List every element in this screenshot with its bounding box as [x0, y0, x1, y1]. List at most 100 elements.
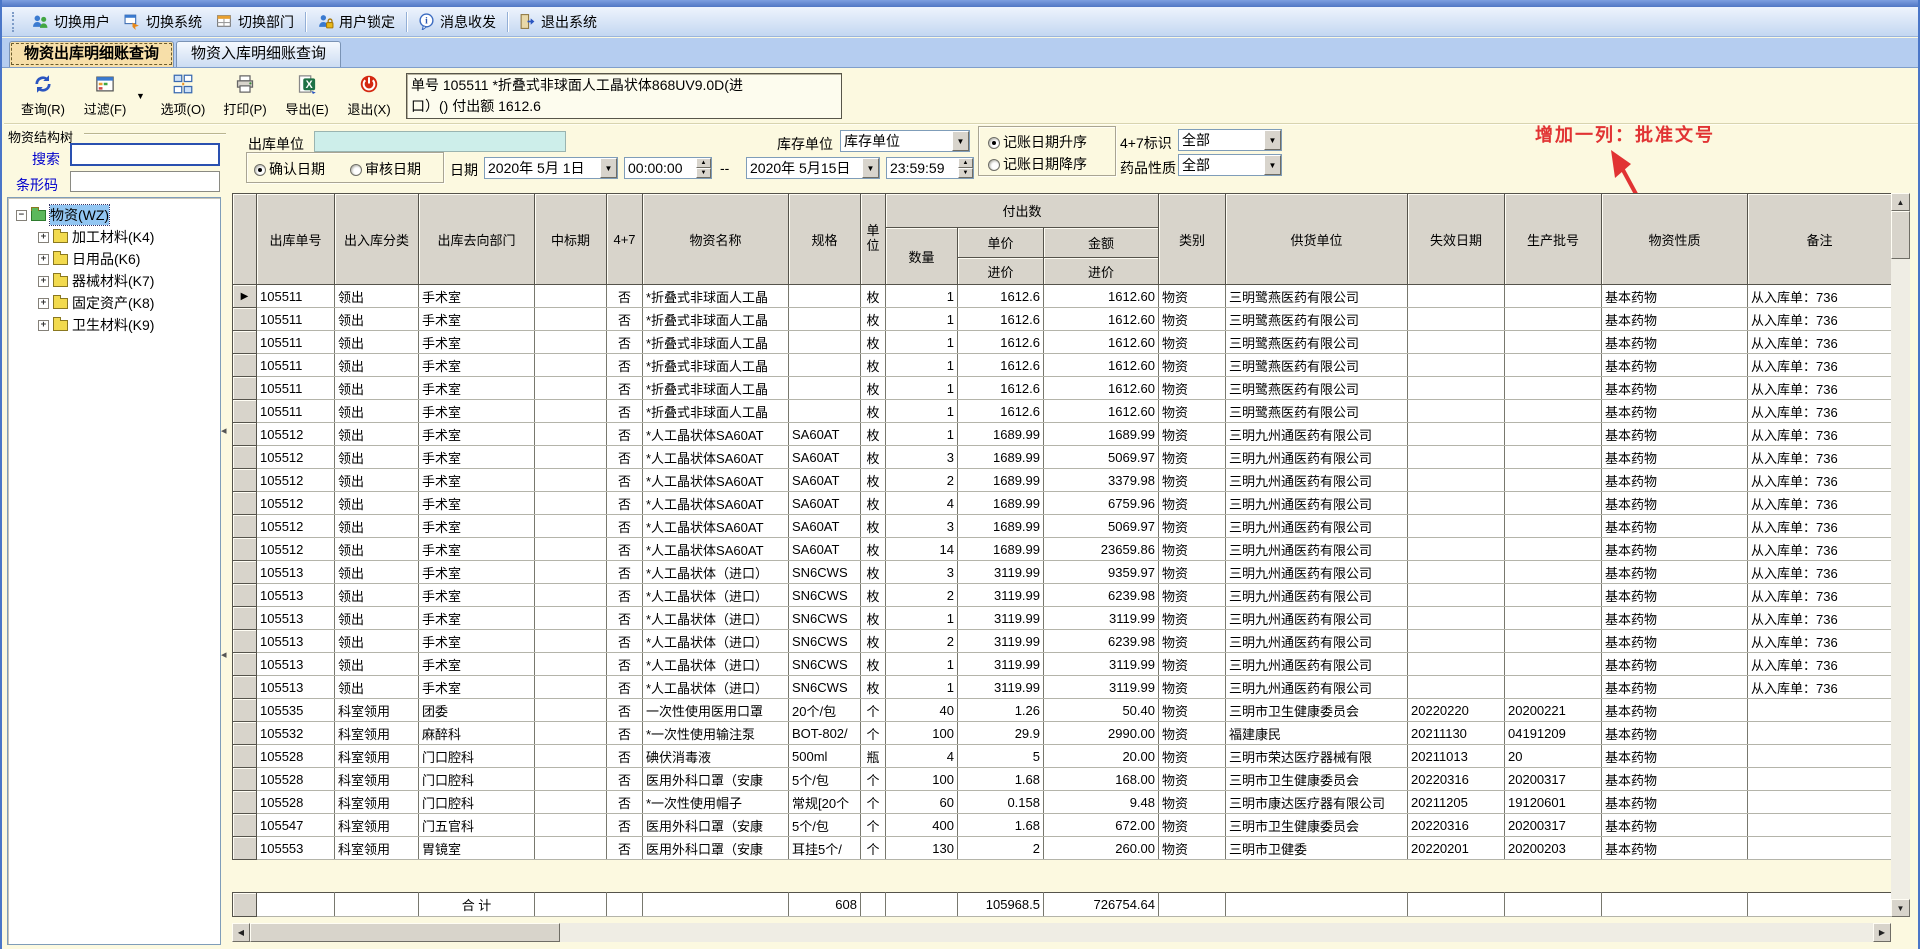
table-row[interactable]: 105511 领出 手术室 否 *折叠式非球面人工晶 枚 1 1612.6 1612.60 物资三… — [232, 353, 1892, 377]
cell[interactable]: 从入库单：736 — [1747, 353, 1892, 377]
table-row[interactable]: 105513 领出 手术室 否 *人工晶状体（进口） SN6CWS 枚 2 3119.99 623… — [232, 583, 1892, 607]
cell[interactable]: 3119.99 — [957, 583, 1044, 607]
cell[interactable]: 否 — [606, 399, 643, 423]
cell[interactable]: SN6CWS — [788, 606, 861, 630]
cell[interactable]: 三明九州通医药有限公司 — [1225, 537, 1408, 561]
cell[interactable]: 手术室 — [418, 675, 535, 699]
cell[interactable]: 物资 — [1158, 399, 1226, 423]
toolbar-button-switch-system[interactable]: 切换系统 — [117, 9, 209, 35]
cell[interactable]: 2 — [885, 583, 958, 607]
cell[interactable] — [1504, 353, 1602, 377]
cell[interactable]: 个 — [860, 721, 886, 745]
cell[interactable]: 手术室 — [418, 468, 535, 492]
cell[interactable]: 三明九州通医药有限公司 — [1225, 652, 1408, 676]
cell[interactable]: 否 — [606, 767, 643, 791]
row-selector[interactable] — [232, 422, 257, 446]
cell[interactable]: *折叠式非球面人工晶 — [642, 330, 789, 354]
cell[interactable]: 手术室 — [418, 537, 535, 561]
cell[interactable] — [534, 537, 607, 561]
cell[interactable]: 手术室 — [418, 583, 535, 607]
chevron-down-icon[interactable]: ▼ — [862, 158, 879, 178]
cell[interactable]: 105532 — [256, 721, 335, 745]
table-row[interactable]: 105513 领出 手术室 否 *人工晶状体（进口） SN6CWS 枚 2 3119.99 623… — [232, 629, 1892, 653]
cell[interactable]: 5个/包 — [788, 813, 861, 837]
col-header-bid[interactable]: 中标期 — [534, 193, 607, 285]
cell[interactable] — [1407, 468, 1505, 492]
cell[interactable]: 从入库单：736 — [1747, 514, 1892, 538]
cell[interactable]: 1612.6 — [957, 284, 1044, 308]
cell[interactable]: 物资 — [1158, 537, 1226, 561]
cell[interactable]: 105511 — [256, 353, 335, 377]
cell[interactable]: 枚 — [860, 675, 886, 699]
cell[interactable] — [1504, 606, 1602, 630]
cell[interactable]: 否 — [606, 491, 643, 515]
cell[interactable]: 1689.99 — [957, 422, 1044, 446]
cell[interactable] — [1504, 491, 1602, 515]
cell[interactable] — [1407, 307, 1505, 331]
cell[interactable]: SA60AT — [788, 537, 861, 561]
table-row[interactable]: 105512 领出 手术室否 *人工晶状体SA60AT SA60AT 枚 1 1689.99 1… — [232, 422, 1892, 446]
table-row[interactable]: 105513 领出 手术室 否 *人工晶状体（进口） SN6CWS 枚 3 3119.99 935… — [232, 560, 1892, 584]
cell[interactable]: 基本药物 — [1601, 698, 1748, 722]
row-selector[interactable] — [232, 813, 257, 837]
cell[interactable]: 105511 — [256, 399, 335, 423]
cell[interactable]: 否 — [606, 330, 643, 354]
cell[interactable] — [534, 514, 607, 538]
row-selector[interactable] — [232, 767, 257, 791]
cell[interactable]: 科室领用 — [334, 721, 419, 745]
cell[interactable]: *人工晶状体（进口） — [642, 583, 789, 607]
cell[interactable]: 0.158 — [957, 790, 1044, 814]
cell[interactable]: 1612.6 — [957, 376, 1044, 400]
cell[interactable]: 105512 — [256, 514, 335, 538]
cell[interactable]: 物资 — [1158, 514, 1226, 538]
cell[interactable]: 手术室 — [418, 353, 535, 377]
cell[interactable]: 枚 — [860, 606, 886, 630]
cell[interactable]: 130 — [885, 836, 958, 860]
cell[interactable]: 枚 — [860, 376, 886, 400]
cell[interactable]: 3119.99 — [1043, 675, 1159, 699]
audit-date-radio[interactable]: 审核日期 — [350, 159, 421, 179]
cell[interactable]: 枚 — [860, 445, 886, 469]
chevron-down-icon[interactable]: ▼ — [600, 158, 617, 178]
cell[interactable] — [534, 836, 607, 860]
cell[interactable] — [534, 698, 607, 722]
table-row[interactable]: 105532 科室领用 麻醉科否 *一次性使用输注泵 BOT-802/个 100 29.9 2… — [232, 721, 1892, 745]
col-header-qty[interactable]: 数量 — [885, 227, 958, 285]
sort-asc-radio[interactable]: 记账日期升序 — [988, 132, 1087, 152]
cell[interactable]: 否 — [606, 583, 643, 607]
cell[interactable]: 否 — [606, 606, 643, 630]
chevron-down-icon[interactable]: ▼ — [952, 131, 969, 151]
cell[interactable]: 领出 — [334, 376, 419, 400]
cell[interactable]: 1 — [885, 399, 958, 423]
cell[interactable] — [788, 284, 861, 308]
cell[interactable]: 否 — [606, 652, 643, 676]
cell[interactable]: *人工晶状体SA60AT — [642, 537, 789, 561]
cell[interactable]: 从入库单：736 — [1747, 491, 1892, 515]
spin-down-icon[interactable]: ▼ — [958, 168, 973, 178]
cell[interactable]: 105512 — [256, 491, 335, 515]
cell[interactable]: 5 — [957, 744, 1044, 768]
cell[interactable] — [1504, 330, 1602, 354]
tree-node[interactable]: + 日用品(K6) — [8, 248, 220, 270]
cell[interactable] — [534, 721, 607, 745]
cell[interactable]: 否 — [606, 744, 643, 768]
cell[interactable]: 三明鹭燕医药有限公司 — [1225, 376, 1408, 400]
cell[interactable]: 枚 — [860, 560, 886, 584]
cell[interactable]: 物资 — [1158, 813, 1226, 837]
cell[interactable]: 手术室 — [418, 491, 535, 515]
cell[interactable]: 20220316 — [1407, 767, 1505, 791]
cell[interactable]: 1 — [885, 307, 958, 331]
table-row[interactable]: 105511 领出 手术室 否 *折叠式非球面人工晶 枚 1 1612.6 1612.60 物资三… — [232, 376, 1892, 400]
cell[interactable]: 3 — [885, 514, 958, 538]
filter-dropdown-icon[interactable]: ▼ — [136, 71, 152, 121]
cell[interactable]: 从入库单：736 — [1747, 468, 1892, 492]
cell[interactable]: 门口腔科 — [418, 790, 535, 814]
cell[interactable]: 否 — [606, 721, 643, 745]
cell[interactable]: 从入库单：736 — [1747, 284, 1892, 308]
cell[interactable]: 麻醉科 — [418, 721, 535, 745]
cell[interactable]: 物资 — [1158, 422, 1226, 446]
cell[interactable]: 领出 — [334, 445, 419, 469]
cell[interactable]: 领出 — [334, 353, 419, 377]
cell[interactable]: 基本药物 — [1601, 284, 1748, 308]
cell[interactable]: *折叠式非球面人工晶 — [642, 284, 789, 308]
